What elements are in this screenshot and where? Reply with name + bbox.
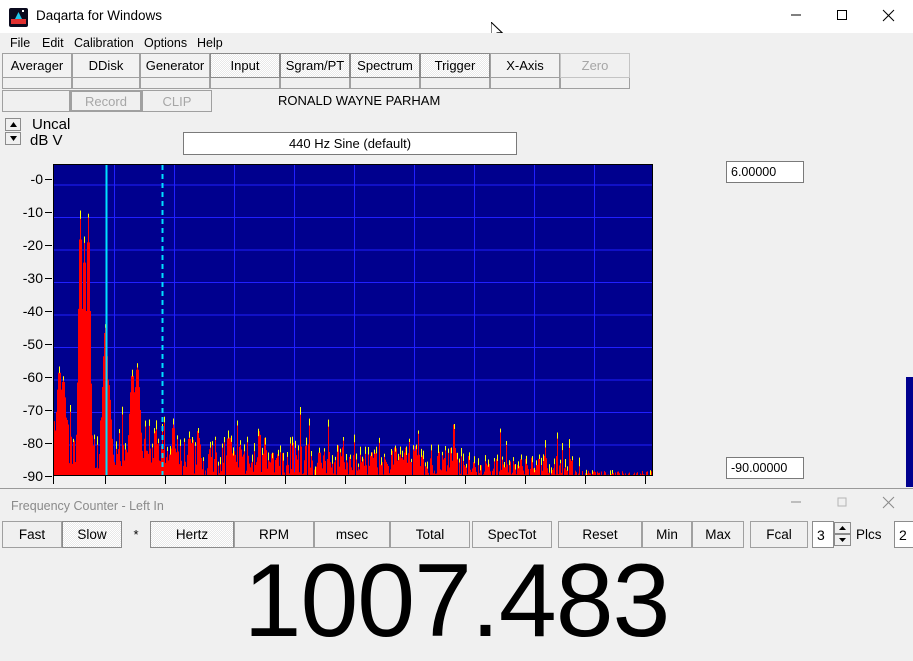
y-tick-label: -0 (31, 171, 43, 187)
gain-spinner[interactable] (5, 118, 21, 146)
transport-row: Record CLIP RONALD WAYNE PARHAM (0, 90, 913, 114)
y-axis-units-label: Uncal dB V (32, 117, 70, 149)
frequency-counter-window: Frequency Counter - Left In Fast Slow * … (0, 488, 913, 657)
y-max-value-box[interactable]: 6.00000 (726, 161, 804, 183)
y-tick-label: -50 (23, 336, 43, 352)
menu-file[interactable]: File (6, 35, 34, 51)
tab-averager[interactable]: Averager (2, 53, 72, 78)
tab-trigger-indicator[interactable] (420, 78, 490, 89)
y-tick-label: -20 (23, 237, 43, 253)
tab-zero-indicator (560, 78, 630, 89)
title-bar: Daqarta for Windows (0, 0, 913, 36)
tab-sgram-pt-indicator[interactable] (280, 78, 350, 89)
spectrum-plot[interactable] (53, 164, 653, 476)
tab-generator[interactable]: Generator (140, 53, 210, 78)
counter-fcal-button[interactable]: Fcal (750, 521, 808, 548)
y-tick-label: -30 (23, 270, 43, 286)
spinner-up-icon[interactable] (5, 118, 21, 131)
tab-spectrum[interactable]: Spectrum (350, 53, 420, 78)
tab-averager-indicator[interactable] (2, 78, 72, 89)
minimize-button[interactable] (773, 0, 819, 30)
y-axis-units-line2: dB V (30, 133, 70, 149)
tab-input-indicator[interactable] (210, 78, 280, 89)
y-axis-units-line1: Uncal (32, 117, 70, 133)
tab-ddisk-indicator[interactable] (72, 78, 140, 89)
y-tick-label: -90 (23, 468, 43, 484)
x-axis (53, 476, 653, 486)
counter-minimize-button[interactable] (773, 489, 819, 515)
clip-indicator: CLIP (142, 90, 212, 112)
counter-slow-button[interactable]: Slow (62, 521, 122, 548)
tab-ddisk[interactable]: DDisk (72, 53, 140, 78)
spinner-up-icon[interactable] (834, 522, 851, 534)
licensed-user-name: RONALD WAYNE PARHAM (278, 93, 440, 108)
counter-hertz-button[interactable]: Hertz (150, 521, 234, 548)
menu-bar: File Edit Calibration Options Help (0, 33, 913, 52)
menu-calibration[interactable]: Calibration (70, 35, 138, 51)
places-spinner[interactable] (834, 522, 851, 547)
tab-x-axis-indicator[interactable] (490, 78, 560, 89)
menu-options[interactable]: Options (140, 35, 191, 51)
tab-x-axis[interactable]: X-Axis (490, 53, 560, 78)
spectrum-canvas[interactable] (54, 165, 653, 476)
counter-close-button[interactable] (865, 489, 911, 515)
counter-maximize-button[interactable] (819, 489, 865, 515)
close-button[interactable] (865, 0, 911, 30)
tab-zero: Zero (560, 53, 630, 78)
frequency-readout: 1007.483 (0, 557, 913, 645)
menu-help[interactable]: Help (193, 35, 227, 51)
graph-title-box[interactable]: 440 Hz Sine (default) (183, 132, 517, 155)
daqarta-app-window: Daqarta for Windows File Edit Calibratio… (0, 0, 913, 656)
y-axis: -0 -10 -20 -30 -40 -50 -60 -70 -80 -90 (0, 160, 52, 480)
places-input[interactable]: 3 (812, 521, 834, 548)
daqarta-logo-icon (9, 8, 28, 27)
places-label: Plcs (856, 527, 882, 542)
record-button: Record (70, 90, 142, 112)
offscreen-plot-edge (906, 377, 913, 487)
extra-numeric-input[interactable]: 2 (894, 521, 913, 548)
tab-spectrum-indicator[interactable] (350, 78, 420, 89)
y-tick-label: -10 (23, 204, 43, 220)
module-tab-row: Averager DDisk Generator Input Sgram/PT … (0, 52, 913, 90)
y-min-value-box[interactable]: -90.00000 (726, 457, 804, 479)
maximize-button[interactable] (819, 0, 865, 30)
menu-edit[interactable]: Edit (38, 35, 68, 51)
y-tick-label: -40 (23, 303, 43, 319)
status-field[interactable] (2, 90, 70, 112)
frequency-counter-title: Frequency Counter - Left In (11, 499, 164, 513)
counter-max-button[interactable]: Max (692, 521, 744, 548)
tab-generator-indicator[interactable] (140, 78, 210, 89)
y-tick-label: -80 (23, 435, 43, 451)
tab-sgram-pt[interactable]: Sgram/PT (280, 53, 350, 78)
y-tick-label: -60 (23, 369, 43, 385)
counter-star-indicator: * (122, 521, 150, 548)
tab-input[interactable]: Input (210, 53, 280, 78)
tab-trigger[interactable]: Trigger (420, 53, 490, 78)
spinner-down-icon[interactable] (834, 534, 851, 546)
window-title: Daqarta for Windows (36, 8, 162, 23)
counter-fast-button[interactable]: Fast (2, 521, 62, 548)
spinner-down-icon[interactable] (5, 132, 21, 145)
y-tick-label: -70 (23, 402, 43, 418)
